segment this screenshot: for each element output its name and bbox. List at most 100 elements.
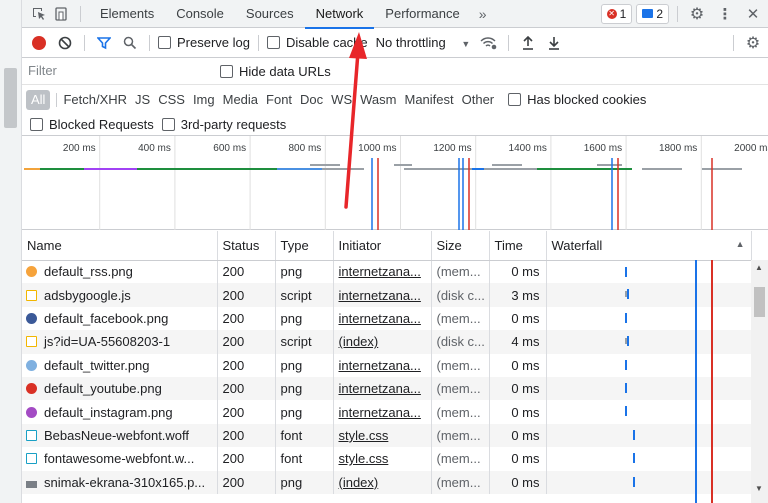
initiator-link[interactable]: (index): [339, 475, 379, 490]
column-header-waterfall[interactable]: Waterfall ▲: [546, 231, 752, 261]
cell-initiator[interactable]: internetzana...: [333, 400, 432, 424]
cell-name[interactable]: adsbygoogle.js: [22, 283, 218, 307]
hide-data-urls-checkbox[interactable]: Hide data URLs: [220, 64, 331, 79]
cell-name[interactable]: default_rss.png: [22, 260, 218, 284]
error-count-badge[interactable]: ✕ 1: [600, 3, 633, 24]
filter-button[interactable]: [93, 32, 115, 54]
table-row[interactable]: default_facebook.png 200 png internetzana..…: [22, 306, 752, 331]
type-filter-img[interactable]: Img: [189, 90, 219, 110]
type-filter-all[interactable]: All: [26, 89, 51, 110]
blocked-requests-checkbox[interactable]: Blocked Requests: [30, 117, 154, 132]
sort-ascending-icon[interactable]: ▲: [736, 239, 745, 249]
cell-name[interactable]: snimak-ekrana-310x165.p...: [22, 470, 218, 494]
tab-elements[interactable]: Elements: [89, 0, 165, 28]
tab-sources[interactable]: Sources: [235, 0, 305, 28]
column-header-name[interactable]: Name: [22, 231, 218, 261]
cell-name[interactable]: js?id=UA-55608203-1: [22, 330, 218, 354]
has-blocked-cookies-checkbox[interactable]: Has blocked cookies: [508, 92, 646, 107]
cell-name[interactable]: default_youtube.png: [22, 376, 218, 401]
type-filter-media[interactable]: Media: [219, 90, 262, 110]
table-row[interactable]: js?id=UA-55608203-1 200 script (index) (disk…: [22, 330, 752, 354]
tab-performance[interactable]: Performance: [374, 0, 470, 28]
table-row[interactable]: default_rss.png 200 png internetzana... (mem…: [22, 260, 752, 284]
type-filter-fetch-xhr[interactable]: Fetch/XHR: [59, 90, 131, 110]
initiator-link[interactable]: internetzana...: [339, 288, 421, 303]
export-har-button[interactable]: [543, 32, 565, 54]
hide-data-urls-box[interactable]: [220, 64, 233, 78]
initiator-link[interactable]: internetzana...: [339, 264, 421, 279]
column-header-status[interactable]: Status: [217, 231, 276, 261]
search-button[interactable]: [119, 32, 141, 54]
initiator-link[interactable]: internetzana...: [339, 311, 421, 326]
left-scroll-thumb[interactable]: [4, 68, 17, 128]
device-toolbar-icon[interactable]: [50, 3, 72, 25]
initiator-link[interactable]: internetzana...: [339, 381, 421, 396]
table-row[interactable]: adsbygoogle.js 200 script internetzana... (d…: [22, 283, 752, 307]
table-row[interactable]: default_twitter.png 200 png internetzana...…: [22, 353, 752, 377]
type-filter-js[interactable]: JS: [131, 90, 154, 110]
cell-name[interactable]: fontawesome-webfont.w...: [22, 447, 218, 471]
type-filter-other[interactable]: Other: [458, 90, 499, 110]
tab-console[interactable]: Console: [165, 0, 235, 28]
cell-name[interactable]: default_instagram.png: [22, 400, 218, 424]
scroll-down-arrow-icon[interactable]: ▼: [755, 484, 763, 493]
timeline-overview[interactable]: 200 ms 400 ms 600 ms 800 ms 1000 ms 1200 ms 14…: [22, 136, 768, 230]
clear-button[interactable]: [54, 32, 76, 54]
cell-initiator[interactable]: internetzana...: [333, 353, 432, 377]
cell-initiator[interactable]: (index): [333, 470, 432, 494]
initiator-link[interactable]: internetzana...: [339, 358, 421, 373]
type-filter-font[interactable]: Font: [262, 90, 296, 110]
throttling-select[interactable]: No throttling ▼: [376, 35, 471, 50]
tab-network[interactable]: Network: [304, 0, 375, 29]
cell-name[interactable]: default_facebook.png: [22, 306, 218, 331]
table-scroll-thumb[interactable]: [754, 287, 765, 317]
table-row[interactable]: default_instagram.png 200 png internetzana.…: [22, 400, 752, 424]
type-filter-ws[interactable]: WS: [327, 90, 356, 110]
table-row[interactable]: snimak-ekrana-310x165.p... 200 png (index) (…: [22, 470, 752, 494]
cell-name[interactable]: BebasNeue-webfont.woff: [22, 423, 218, 448]
column-header-type[interactable]: Type: [275, 231, 334, 261]
settings-gear-icon[interactable]: ⚙: [686, 3, 708, 25]
type-filter-manifest[interactable]: Manifest: [400, 90, 457, 110]
table-row[interactable]: BebasNeue-webfont.woff 200 font style.css (m…: [22, 423, 752, 448]
blocked-requests-box[interactable]: [30, 118, 43, 131]
third-party-requests-box[interactable]: [161, 118, 175, 131]
more-options-icon[interactable]: ⋮: [714, 3, 736, 25]
network-conditions-button[interactable]: [478, 32, 500, 54]
type-filter-wasm[interactable]: Wasm: [356, 90, 400, 110]
initiator-link[interactable]: (index): [339, 334, 379, 349]
initiator-link[interactable]: style.css: [339, 451, 389, 466]
initiator-link[interactable]: internetzana...: [339, 405, 421, 420]
message-count-badge[interactable]: 2: [636, 3, 669, 24]
disable-cache-box[interactable]: [266, 36, 280, 49]
type-filter-css[interactable]: CSS: [154, 90, 189, 110]
type-filter-doc[interactable]: Doc: [296, 90, 327, 110]
initiator-link[interactable]: style.css: [339, 428, 389, 443]
record-button[interactable]: [28, 32, 50, 54]
scroll-up-arrow-icon[interactable]: ▲: [755, 263, 763, 272]
disable-cache-checkbox[interactable]: Disable cache: [266, 35, 368, 50]
cell-initiator[interactable]: internetzana...: [333, 376, 432, 401]
preserve-log-checkbox[interactable]: Preserve log: [158, 35, 250, 50]
preserve-log-box[interactable]: [158, 36, 171, 49]
cell-initiator[interactable]: internetzana...: [333, 260, 432, 284]
table-scrollbar[interactable]: ▲ ▼: [751, 260, 768, 503]
cell-initiator[interactable]: internetzana...: [333, 306, 432, 331]
network-settings-gear-icon[interactable]: ⚙: [742, 32, 764, 54]
table-row[interactable]: default_youtube.png 200 png internetzana...…: [22, 376, 752, 401]
close-icon[interactable]: ✕: [742, 3, 764, 25]
table-row[interactable]: fontawesome-webfont.w... 200 font style.css…: [22, 447, 752, 471]
column-header-initiator[interactable]: Initiator: [333, 231, 432, 261]
cell-initiator[interactable]: (index): [333, 330, 432, 354]
inspect-element-icon[interactable]: [28, 3, 50, 25]
column-header-time[interactable]: Time: [489, 231, 547, 261]
column-header-size[interactable]: Size: [431, 231, 490, 261]
third-party-requests-checkbox[interactable]: 3rd-party requests: [161, 117, 286, 132]
cell-name[interactable]: default_twitter.png: [22, 353, 218, 377]
has-blocked-cookies-box[interactable]: [508, 93, 522, 106]
more-tabs-button[interactable]: »: [471, 6, 495, 22]
cell-initiator[interactable]: internetzana...: [333, 283, 432, 307]
cell-initiator[interactable]: style.css: [333, 447, 432, 471]
filter-input[interactable]: Filter: [26, 61, 204, 81]
import-har-button[interactable]: [517, 32, 539, 54]
